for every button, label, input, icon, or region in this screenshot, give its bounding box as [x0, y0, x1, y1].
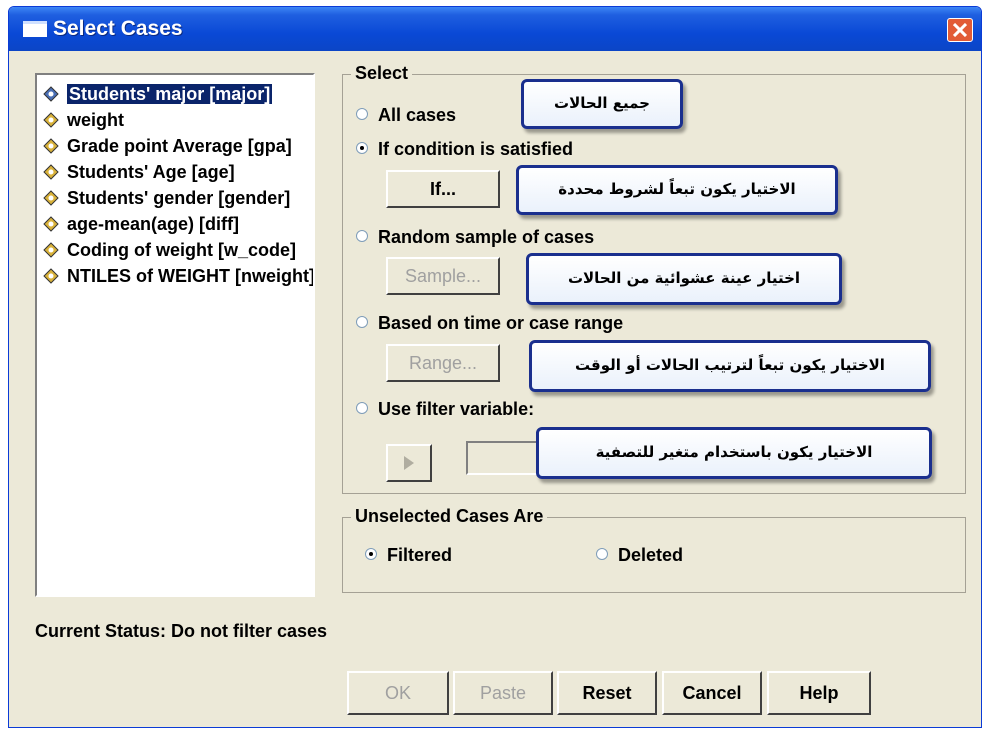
paste-button[interactable]: Paste [453, 671, 553, 715]
radio-deleted-button[interactable] [596, 548, 608, 561]
radio-filtered-button[interactable] [365, 548, 377, 561]
radio-time-range[interactable]: Based on time or case range [356, 313, 623, 334]
nominal-variable-icon [43, 190, 59, 206]
help-button[interactable]: Help [767, 671, 871, 715]
radio-deleted[interactable]: Deleted [596, 545, 683, 566]
variable-list-item[interactable]: weight [37, 107, 313, 133]
variable-list-item[interactable]: Grade point Average [gpa] [37, 133, 313, 159]
move-variable-button[interactable] [386, 444, 432, 482]
radio-all-cases-button[interactable] [356, 108, 368, 121]
ok-button[interactable]: OK [347, 671, 449, 715]
radio-if-condition-label: If condition is satisfied [378, 139, 574, 159]
arrow-right-icon [404, 456, 414, 470]
radio-filtered-label: Filtered [387, 545, 453, 565]
current-status: Current Status: Do not filter cases [35, 621, 328, 641]
sample-button[interactable]: Sample... [386, 257, 500, 295]
radio-time-range-label: Based on time or case range [378, 313, 624, 333]
close-icon [953, 23, 967, 37]
radio-random-sample-button[interactable] [356, 230, 368, 243]
variable-list-item[interactable]: Students' major [major] [37, 81, 313, 107]
callout-filter-variable: الاختيار يكون باستخدام متغير للتصفية [536, 427, 932, 479]
title-bar[interactable]: Select Cases [9, 7, 981, 51]
variable-list-item[interactable]: NTILES of WEIGHT [nweight] [37, 263, 313, 289]
callout-random-sample: اختيار عينة عشوائية من الحالات [526, 253, 842, 305]
variable-label: NTILES of WEIGHT [nweight] [67, 266, 313, 286]
select-group-title: Select [351, 63, 413, 84]
variable-label: weight [67, 110, 124, 130]
radio-time-range-button[interactable] [356, 316, 368, 329]
nominal-variable-icon [43, 268, 59, 284]
variable-label: Students' gender [gender] [67, 188, 291, 208]
variable-list-item[interactable]: Students' gender [gender] [37, 185, 313, 211]
nominal-variable-icon [43, 86, 59, 102]
select-cases-dialog: Select Cases Students' major [major] weig… [8, 6, 982, 728]
window-icon [23, 21, 47, 37]
variable-label: Coding of weight [w_code] [67, 240, 296, 260]
if-button[interactable]: If... [386, 170, 500, 208]
callout-if-condition: الاختيار يكون تبعاً لشروط محددة [516, 165, 838, 215]
radio-filter-variable-button[interactable] [356, 402, 368, 415]
window-title: Select Cases [53, 17, 183, 40]
radio-all-cases[interactable]: All cases [356, 105, 456, 126]
close-button[interactable] [947, 18, 973, 42]
radio-random-sample[interactable]: Random sample of cases [356, 227, 594, 248]
range-button[interactable]: Range... [386, 344, 500, 382]
variable-label: Students' Age [age] [67, 162, 235, 182]
unselected-group-title: Unselected Cases Are [351, 506, 548, 527]
radio-all-cases-label: All cases [378, 105, 457, 125]
variable-label: Students' major [major] [67, 84, 273, 104]
reset-button[interactable]: Reset [557, 671, 657, 715]
nominal-variable-icon [43, 112, 59, 128]
radio-if-condition[interactable]: If condition is satisfied [356, 139, 573, 160]
cancel-button[interactable]: Cancel [662, 671, 762, 715]
variable-list-item[interactable]: Coding of weight [w_code] [37, 237, 313, 263]
callout-all-cases: جميع الحالات [521, 79, 683, 129]
nominal-variable-icon [43, 216, 59, 232]
radio-if-condition-button[interactable] [356, 142, 368, 155]
callout-time-range: الاختيار يكون تبعاً لترتيب الحالات أو ال… [529, 340, 931, 392]
radio-filtered[interactable]: Filtered [365, 545, 452, 566]
nominal-variable-icon [43, 138, 59, 154]
radio-filter-variable[interactable]: Use filter variable: [356, 399, 534, 420]
variable-list[interactable]: Students' major [major] weight Grade point… [35, 73, 315, 597]
variable-list-item[interactable]: age-mean(age) [diff] [37, 211, 313, 237]
variable-label: age-mean(age) [diff] [67, 214, 240, 234]
variable-label: Grade point Average [gpa] [67, 136, 292, 156]
radio-filter-variable-label: Use filter variable: [378, 399, 535, 419]
variable-list-item[interactable]: Students' Age [age] [37, 159, 313, 185]
radio-deleted-label: Deleted [618, 545, 684, 565]
radio-random-sample-label: Random sample of cases [378, 227, 595, 247]
nominal-variable-icon [43, 242, 59, 258]
nominal-variable-icon [43, 164, 59, 180]
